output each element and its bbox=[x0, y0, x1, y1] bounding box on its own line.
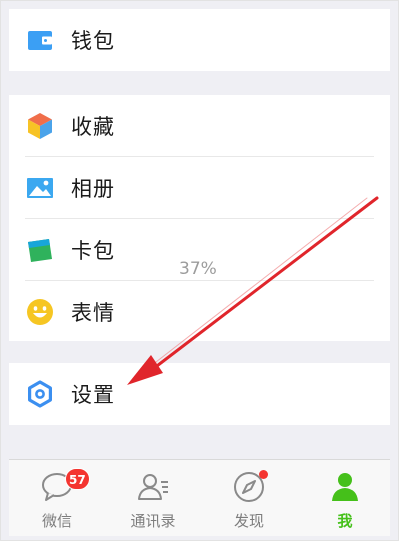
stickers-label: 表情 bbox=[71, 301, 115, 325]
tab-me-label: 我 bbox=[337, 512, 353, 530]
person-icon bbox=[328, 470, 362, 504]
wallet-icon bbox=[25, 25, 55, 55]
tab-contacts[interactable]: 通讯录 bbox=[105, 460, 201, 536]
cards-label: 卡包 bbox=[71, 239, 115, 263]
gear-icon bbox=[25, 379, 55, 409]
new-activity-dot bbox=[259, 470, 268, 479]
menu-item-settings[interactable]: 设置 bbox=[9, 363, 390, 425]
tab-discover[interactable]: 发现 bbox=[201, 460, 297, 536]
picture-icon bbox=[25, 173, 55, 203]
tab-chats-label: 微信 bbox=[41, 512, 72, 530]
menu-item-album[interactable]: 相册 bbox=[9, 157, 390, 219]
wallet-label: 钱包 bbox=[71, 29, 115, 53]
tab-chats[interactable]: 57 微信 bbox=[9, 460, 105, 536]
album-label: 相册 bbox=[71, 177, 115, 201]
cube-icon bbox=[25, 111, 55, 141]
favorites-label: 收藏 bbox=[71, 115, 115, 139]
features-group: 收藏 相册 卡包 表情 bbox=[9, 95, 390, 341]
tab-me[interactable]: 我 bbox=[297, 460, 393, 536]
loading-percent: 37% bbox=[179, 259, 217, 279]
unread-badge: 57 bbox=[65, 468, 90, 490]
menu-item-favorites[interactable]: 收藏 bbox=[9, 95, 390, 157]
smiley-icon bbox=[25, 297, 55, 327]
wallet-group: 钱包 bbox=[9, 9, 390, 71]
menu-item-stickers[interactable]: 表情 bbox=[9, 281, 390, 343]
settings-group: 设置 bbox=[9, 363, 390, 425]
tab-discover-label: 发现 bbox=[233, 512, 264, 530]
settings-label: 设置 bbox=[71, 383, 115, 407]
menu-item-wallet[interactable]: 钱包 bbox=[9, 9, 390, 71]
me-screen: 钱包 收藏 相册 卡包 表情 设置 37% 57 微信 通讯录 发现 我 bbox=[0, 0, 399, 541]
tab-contacts-label: 通讯录 bbox=[130, 512, 176, 530]
tab-bar: 57 微信 通讯录 发现 我 bbox=[9, 459, 390, 536]
card-icon bbox=[25, 235, 55, 265]
contacts-icon bbox=[136, 470, 170, 504]
